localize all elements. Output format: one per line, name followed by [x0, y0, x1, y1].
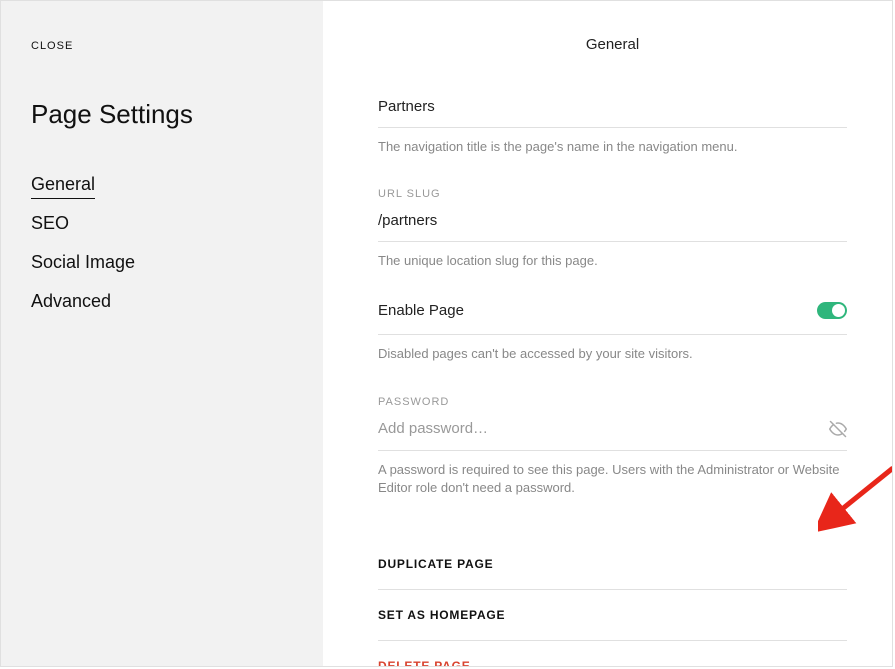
url-slug-help: The unique location slug for this page. [378, 252, 847, 270]
sidebar-nav: General SEO Social Image Advanced [31, 165, 293, 321]
url-slug-label: URL SLUG [378, 188, 847, 200]
enable-page-label: Enable Page [378, 302, 464, 319]
url-slug-field: URL SLUG /partners The unique location s… [378, 188, 847, 270]
main-panel: General Partners The navigation title is… [323, 1, 892, 666]
enable-page-row: Enable Page [378, 302, 847, 335]
password-input[interactable] [378, 420, 847, 437]
sidebar-title: Page Settings [31, 99, 293, 130]
tab-label: Advanced [31, 291, 111, 311]
navigation-title-field: Partners The navigation title is the pag… [378, 98, 847, 156]
toggle-knob [832, 304, 845, 317]
sidebar: CLOSE Page Settings General SEO Social I… [1, 1, 323, 666]
url-slug-value[interactable]: /partners [378, 212, 847, 242]
navigation-title-value[interactable]: Partners [378, 98, 847, 128]
tab-advanced[interactable]: Advanced [31, 282, 293, 321]
password-label: PASSWORD [378, 396, 847, 408]
enable-page-help: Disabled pages can't be accessed by your… [378, 345, 847, 363]
tab-label: Social Image [31, 252, 135, 272]
tab-label: SEO [31, 213, 69, 233]
page-actions: DUPLICATE PAGE SET AS HOMEPAGE DELETE PA… [378, 539, 847, 666]
delete-page-button[interactable]: DELETE PAGE [378, 641, 847, 666]
password-field: PASSWORD A password is required to see t… [378, 396, 847, 497]
panel-title: General [378, 36, 847, 53]
tab-general[interactable]: General [31, 165, 293, 204]
settings-dialog: CLOSE Page Settings General SEO Social I… [0, 0, 893, 667]
password-help: A password is required to see this page.… [378, 461, 847, 497]
tab-label: General [31, 174, 95, 199]
close-button[interactable]: CLOSE [31, 40, 73, 52]
enable-page-toggle[interactable] [817, 302, 847, 319]
navigation-title-help: The navigation title is the page's name … [378, 138, 847, 156]
set-as-homepage-button[interactable]: SET AS HOMEPAGE [378, 590, 847, 641]
tab-social-image[interactable]: Social Image [31, 243, 293, 282]
tab-seo[interactable]: SEO [31, 204, 293, 243]
duplicate-page-button[interactable]: DUPLICATE PAGE [378, 539, 847, 590]
visibility-toggle-icon[interactable] [829, 420, 847, 443]
enable-page-field: Enable Page Disabled pages can't be acce… [378, 302, 847, 363]
